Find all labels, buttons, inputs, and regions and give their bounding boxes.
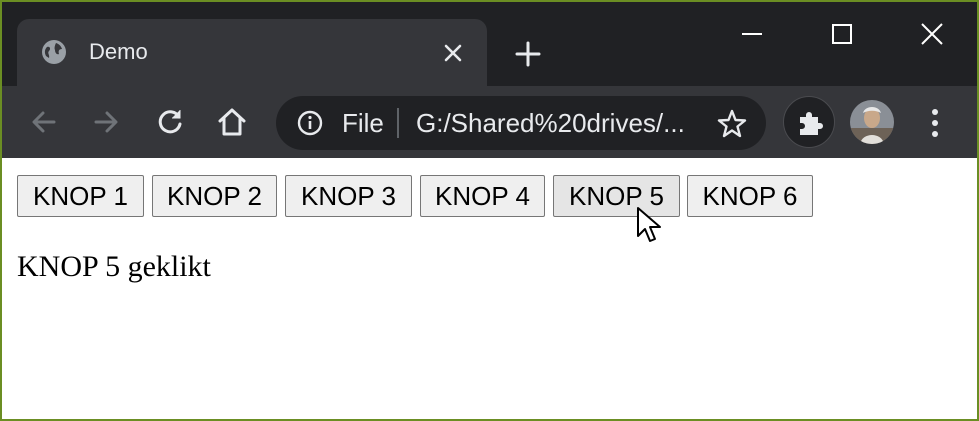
address-bar[interactable]: File G:/Shared%20drives/... (276, 96, 766, 150)
back-arrow-icon[interactable] (26, 104, 62, 140)
tab-title: Demo (89, 39, 148, 64)
avatar[interactable] (850, 100, 894, 144)
mouse-cursor-icon (637, 207, 661, 242)
browser-toolbar: File G:/Shared%20drives/... (2, 86, 977, 158)
knop-4-button[interactable]: KNOP 4 (420, 175, 545, 217)
star-icon[interactable] (716, 108, 748, 140)
puzzle-icon (800, 112, 823, 135)
knop-2-button[interactable]: KNOP 2 (152, 175, 277, 217)
tab-strip: Demo (2, 2, 977, 86)
extensions-button[interactable] (783, 96, 835, 148)
url-scheme-label: File (342, 108, 384, 138)
profile-photo (850, 100, 894, 144)
info-icon[interactable] (296, 109, 324, 137)
close-icon[interactable] (441, 41, 465, 65)
knop-3-button[interactable]: KNOP 3 (285, 175, 412, 217)
forward-arrow-icon[interactable] (88, 104, 124, 140)
globe-icon (42, 40, 66, 64)
reload-icon[interactable] (152, 104, 188, 140)
knop-1-button[interactable]: KNOP 1 (17, 175, 144, 217)
knop-6-button[interactable]: KNOP 6 (687, 175, 813, 217)
address-separator (397, 108, 399, 138)
minimize-icon[interactable] (734, 16, 770, 52)
tab-demo[interactable]: Demo (17, 19, 487, 86)
url-text[interactable]: G:/Shared%20drives/... (416, 108, 685, 138)
home-icon[interactable] (214, 104, 250, 140)
window-close-icon[interactable] (914, 16, 950, 52)
kebab-menu-icon[interactable] (920, 106, 950, 140)
page-content: KNOP 1 KNOP 2 KNOP 3 KNOP 4 KNOP 5 KNOP … (2, 158, 977, 419)
new-tab-plus-icon[interactable] (512, 38, 544, 70)
maximize-icon[interactable] (824, 16, 860, 52)
status-text: KNOP 5 geklikt (17, 250, 211, 283)
screenshot-frame: Demo File G:/Shared%20drives/... KNOP 1 … (0, 0, 979, 421)
